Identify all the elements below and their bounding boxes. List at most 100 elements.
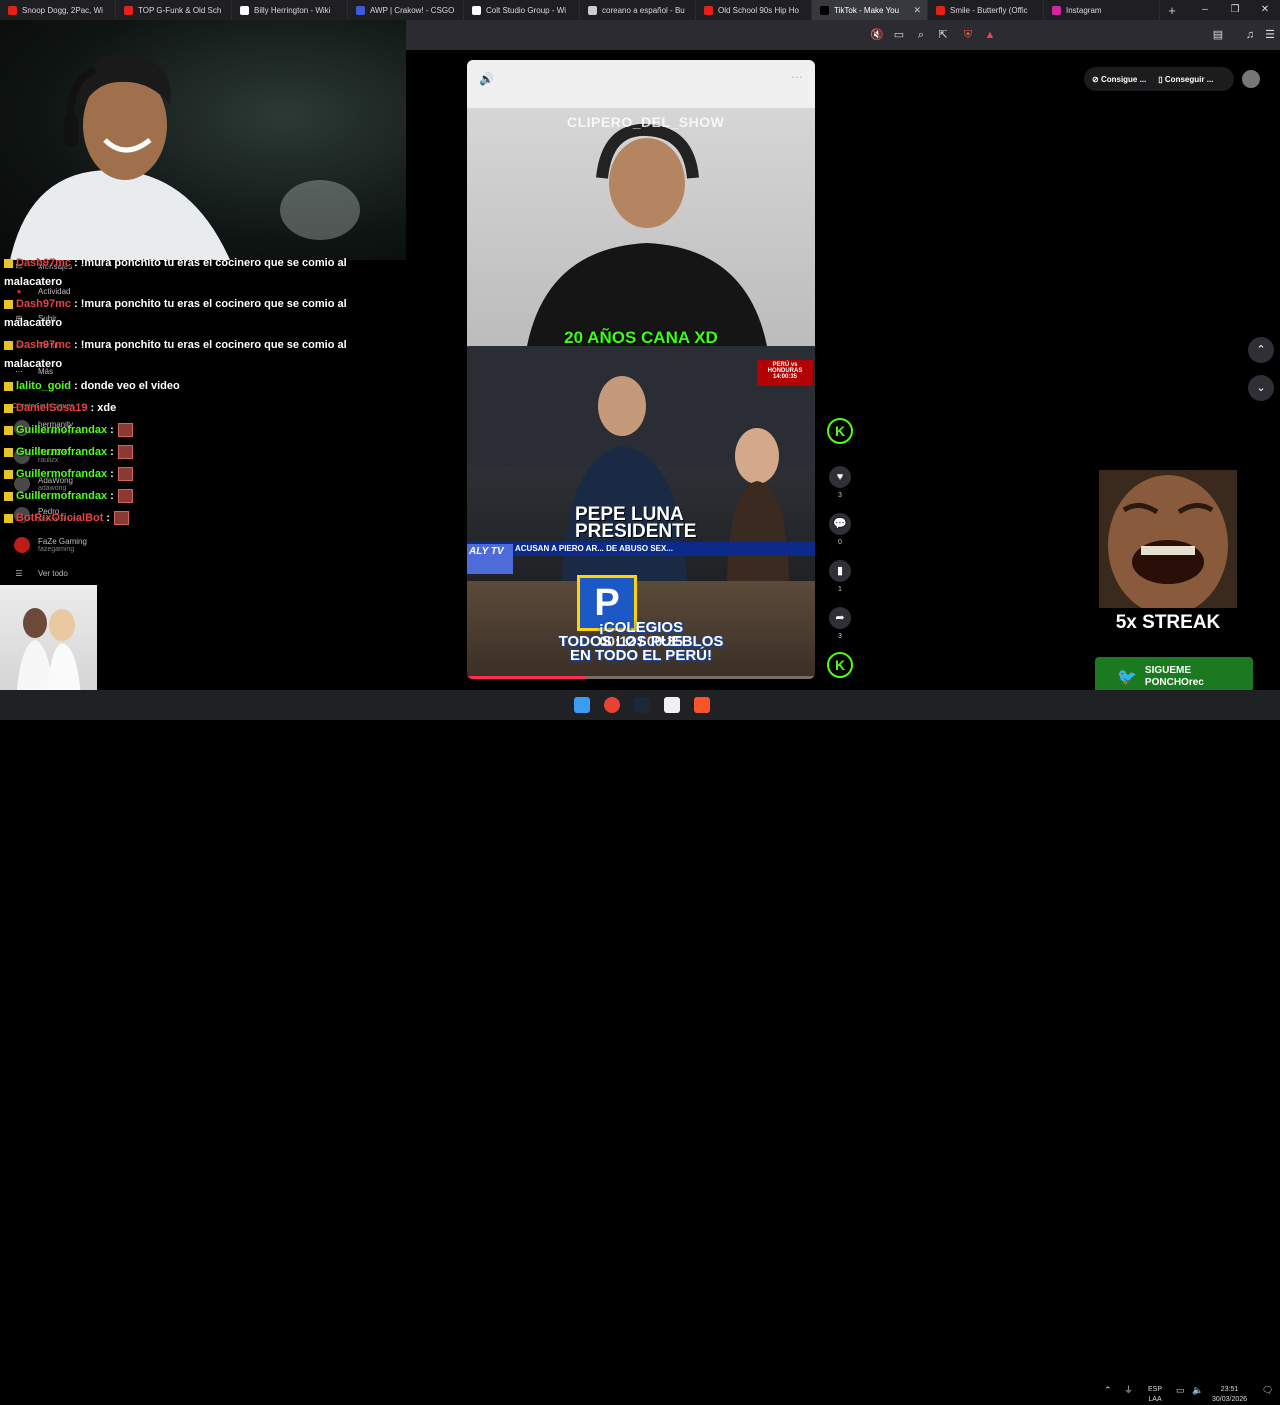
emote-icon [117, 445, 133, 460]
twitter-icon: 🐦 [1117, 669, 1137, 686]
video-timestamp: 00:12 / 00:35 [599, 633, 683, 649]
chat-message: DanielSosa19: xde [4, 399, 374, 418]
notepad-icon[interactable] [664, 697, 680, 713]
volume-icon[interactable]: 🔊 [479, 72, 494, 86]
browser-tab[interactable]: AWP | Crakow! - CSGO [348, 0, 464, 20]
tab-favicon-icon [936, 5, 945, 15]
comment-icon: 💬 [829, 513, 851, 535]
clip-news: PERÚ vs HONDURAS 14:00:35 PEPE LUNA PRES… [467, 346, 815, 581]
chat-text: : donde veo el video [74, 380, 180, 392]
user-avatar[interactable] [1242, 70, 1260, 88]
tab-favicon-icon [356, 5, 365, 15]
tray-usb-icon[interactable]: ⏚ [1124, 1385, 1133, 1395]
badge-icon [4, 447, 13, 457]
language-indicator[interactable]: ESP LAA [1148, 1385, 1162, 1405]
browser-tab[interactable]: Smile - Butterfly (Offic [928, 0, 1044, 20]
browser-tab[interactable]: Colt Studio Group - Wi [464, 0, 580, 20]
clip-poster: P ¡COLEGIOS TODOS LOS PUEBLOS EN TODO EL… [467, 575, 815, 679]
tray-chevron-icon[interactable]: ⌃ [1104, 1385, 1112, 1395]
progress-track[interactable] [467, 676, 815, 679]
notification-icon[interactable]: 🗨 [1262, 1385, 1273, 1395]
more-options-icon[interactable]: ⋯ [791, 70, 803, 84]
following-item[interactable]: FaZe Gaming fazegaming [14, 537, 87, 553]
tiktok-video[interactable]: 🔊 ⋯ CLIPERO_DEL_SHOW 20 AÑOS CANA XD PER… [467, 60, 815, 679]
windows-start-icon[interactable] [574, 697, 590, 713]
previous-video-button[interactable]: ⌃ [1248, 337, 1274, 363]
tab-label: Old School 90s Hip Ho [718, 5, 799, 15]
chat-username[interactable]: Dash97mc [16, 339, 71, 351]
tab-favicon-icon [240, 5, 249, 15]
browser-tab[interactable]: Old School 90s Hip Ho [696, 0, 812, 20]
mute-tab-icon[interactable]: 🔇 [869, 27, 885, 43]
emote-icon [114, 511, 130, 526]
cast-icon[interactable]: ▭ [891, 27, 907, 43]
share-button[interactable]: ➦ 3 [826, 607, 854, 640]
chat-username[interactable]: Guillermofrandax [16, 490, 107, 502]
chat-username[interactable]: Dash97mc [16, 298, 71, 310]
kick-button-bottom[interactable]: K [826, 652, 854, 678]
get-coins-button[interactable]: ⊘ Consigue ... [1092, 75, 1146, 84]
tab-label: AWP | Crakow! - CSGO [370, 5, 455, 15]
clip-top: CLIPERO_DEL_SHOW 20 AÑOS CANA XD [467, 108, 815, 347]
volume-tray-icon[interactable]: 🔈 [1192, 1385, 1203, 1395]
browser-tab[interactable]: coreano a español - Bu [580, 0, 696, 20]
browser-tab[interactable]: Billy Herrington - Wiki [232, 0, 348, 20]
chat-message: Dash97mc: !mura ponchito tu eras el coci… [4, 295, 374, 333]
like-button[interactable]: ♥ 3 [826, 466, 854, 499]
get-app-button[interactable]: ▯ Conseguir ... [1158, 75, 1213, 84]
comment-button[interactable]: 💬 0 [826, 513, 854, 546]
steam-icon[interactable] [634, 697, 650, 713]
streamer-image [10, 54, 360, 260]
close-tab-icon[interactable]: ✕ [913, 5, 921, 16]
clock[interactable]: 23:51 30/03/2026 [1212, 1385, 1247, 1405]
see-all-link[interactable]: ☰ Ver todo [14, 569, 67, 578]
next-video-button[interactable]: ⌄ [1248, 375, 1274, 401]
brave-rewards-icon[interactable]: ▲ [982, 27, 998, 43]
kick-button[interactable]: K [826, 418, 854, 444]
share-icon[interactable]: ⇱ [935, 27, 951, 43]
chat-message: Guillermofrandax: [4, 487, 374, 506]
zoom-icon[interactable]: ⌕ [913, 27, 929, 43]
network-icon[interactable]: ▭ [1176, 1385, 1185, 1395]
brave-shield-icon[interactable]: ⛨ [960, 27, 976, 43]
window-controls: – ❐ ✕ [1190, 0, 1280, 20]
chat-username[interactable]: BotRixOficialBot [16, 512, 103, 524]
badge-icon [4, 491, 13, 501]
chat-message: Guillermofrandax: [4, 421, 374, 440]
chat-username[interactable]: Guillermofrandax [16, 468, 107, 480]
tab-strip: Snoop Dogg, 2Pac, Wi TOP G-Funk & Old Sch… [0, 0, 1280, 20]
sidebar-toggle-icon[interactable]: ▤ [1210, 27, 1226, 43]
browser-tab[interactable]: TikTok - Make You ✕ [812, 0, 928, 20]
chrome-icon[interactable] [604, 697, 620, 713]
brave-icon[interactable] [694, 697, 710, 713]
chat-username[interactable]: Dash97mc [16, 257, 71, 269]
browser-tab[interactable]: Instagram [1044, 0, 1160, 20]
chat-username[interactable]: lalito_goid [16, 380, 71, 392]
avatar [14, 537, 30, 553]
laughing-man-image [1108, 475, 1228, 615]
maximize-button[interactable]: ❐ [1220, 0, 1250, 20]
news-headline: PEPE LUNA PRESIDENTE [575, 504, 697, 542]
video-top-bar [467, 60, 815, 108]
browser-tab[interactable]: Snoop Dogg, 2Pac, Wi [0, 0, 116, 20]
streak-emote [1099, 470, 1237, 615]
badge-icon [4, 425, 13, 435]
media-icon[interactable]: ♫ [1242, 27, 1258, 43]
save-button[interactable]: ▮ 1 [826, 560, 854, 593]
chat-text: : xde [90, 402, 117, 414]
chat-username[interactable]: DanielSosa19 [16, 402, 88, 414]
chat-message: Dash97mc: !mura ponchito tu eras el coci… [4, 254, 374, 292]
close-window-button[interactable]: ✕ [1250, 0, 1280, 20]
chat-username[interactable]: Guillermofrandax [16, 446, 107, 458]
chat-message: Dash97mc: !mura ponchito tu eras el coci… [4, 336, 374, 374]
new-tab-button[interactable]: + [1160, 3, 1184, 18]
chat-username[interactable]: Guillermofrandax [16, 424, 107, 436]
taskbar: ⌃ ⏚ ESP LAA ▭ 🔈 23:51 30/03/2026 🗨 [0, 690, 1280, 1403]
news-ticker: ACUSAN A PIERO AR... DE ABUSO SEX... [467, 542, 815, 556]
bookmark-icon: ▮ [829, 560, 851, 582]
browser-tab[interactable]: TOP G-Funk & Old Sch [116, 0, 232, 20]
tab-favicon-icon [820, 5, 829, 15]
menu-icon[interactable]: ☰ [1262, 27, 1278, 43]
tab-label: Billy Herrington - Wiki [254, 5, 331, 15]
minimize-button[interactable]: – [1190, 0, 1220, 20]
